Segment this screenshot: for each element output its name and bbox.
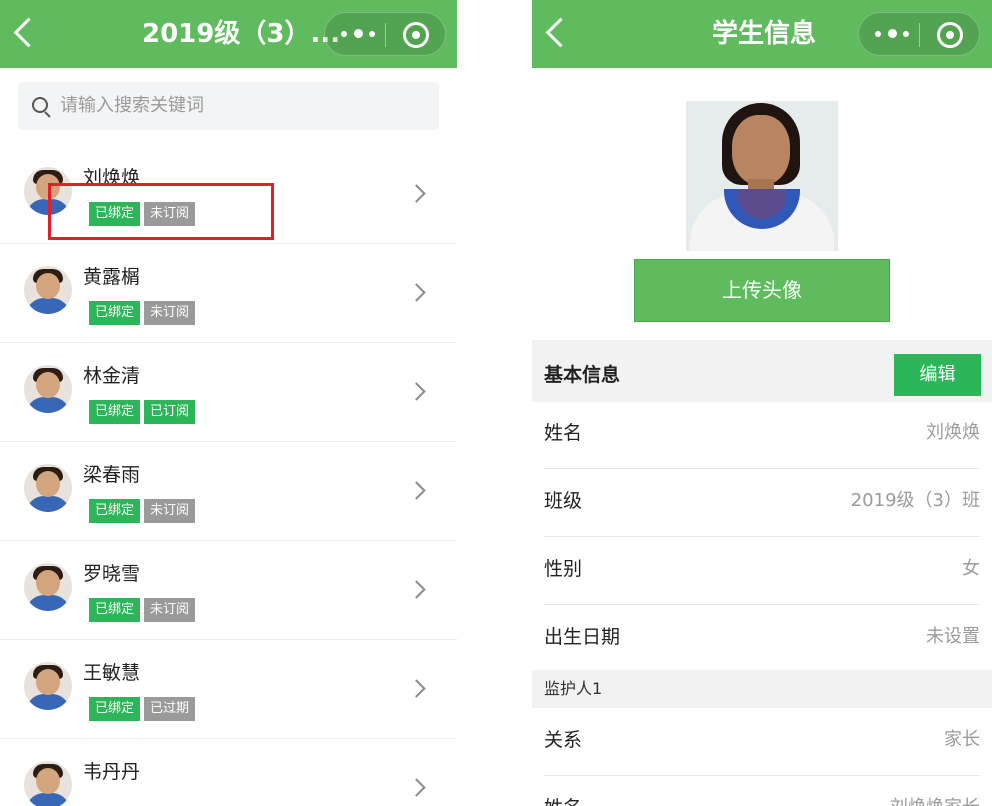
student-name: 梁春雨 [83, 464, 141, 486]
field-label: 关系 [544, 729, 583, 751]
info-field: 姓名 刘焕焕 [544, 400, 980, 469]
status-tags: 已绑定 未订阅 [89, 499, 199, 523]
nav-bar: 2019级（3）... [0, 0, 457, 68]
menu-capsule [324, 12, 446, 56]
status-badge: 已绑定 [89, 400, 141, 424]
avatar [24, 266, 72, 314]
student-row[interactable]: 梁春雨已绑定 未订阅 [0, 442, 457, 541]
student-name: 韦丹丹 [83, 761, 141, 783]
guardian-header: 监护人1 [532, 670, 992, 708]
chevron-right-icon [407, 184, 426, 203]
student-list-screen: 2019级（3）... 请输入搜索关键词 刘焕焕 已绑定 未订阅 黄露榍 已绑定 未订阅林… [0, 0, 457, 806]
avatar [24, 464, 72, 512]
edit-button[interactable]: 编辑 [894, 354, 981, 396]
status-badge: 未订阅 [144, 499, 196, 523]
chevron-right-icon [407, 283, 426, 302]
student-row[interactable]: 王敏慧已绑定 已过期 [0, 640, 457, 739]
avatar [24, 563, 72, 611]
chevron-right-icon [407, 382, 426, 401]
upload-avatar-button[interactable]: 上传头像 [634, 259, 890, 322]
nav-bar: 学生信息 [532, 0, 992, 68]
status-tags: 已绑定 已订阅 [89, 400, 199, 424]
back-icon[interactable] [13, 17, 44, 48]
more-icon[interactable] [875, 26, 913, 42]
close-target-icon[interactable] [937, 22, 963, 48]
status-badge: 已绑定 [89, 301, 141, 325]
chevron-right-icon [407, 679, 426, 698]
field-label: 姓名 [544, 422, 583, 444]
capsule-divider [919, 23, 920, 47]
field-value: 女 [962, 558, 980, 579]
student-row[interactable]: 罗晓雪已绑定 未订阅 [0, 541, 457, 640]
chevron-right-icon [407, 580, 426, 599]
status-badge: 未订阅 [144, 301, 196, 325]
search-placeholder: 请输入搜索关键词 [60, 95, 204, 116]
student-name: 林金清 [83, 365, 141, 387]
field-label: 出生日期 [544, 626, 621, 648]
field-label: 班级 [544, 490, 583, 512]
search-box[interactable]: 请输入搜索关键词 [18, 82, 439, 130]
student-row[interactable]: 韦丹丹 [0, 739, 457, 806]
info-field: 性别 女 [544, 536, 980, 605]
basic-info-header: 基本信息 编辑 [532, 340, 992, 402]
status-badge: 已绑定 [89, 499, 141, 523]
info-field: 出生日期 未设置 [544, 604, 980, 673]
student-row[interactable]: 林金清已绑定 已订阅 [0, 343, 457, 442]
field-value: 刘焕焕 [926, 422, 980, 443]
page-title: 学生信息 [712, 19, 817, 49]
student-info-screen: 学生信息 上传头像 基本信息 编辑 姓名 刘焕焕班级 2019级（3）班性别 女出生日… [532, 0, 992, 806]
chevron-right-icon [407, 778, 426, 797]
field-value: 2019级（3）班 [850, 490, 980, 511]
guardian-title: 监护人1 [544, 679, 603, 698]
more-icon[interactable] [341, 26, 379, 42]
field-label: 姓名 [544, 775, 582, 806]
student-photo [686, 101, 838, 251]
status-badge: 已绑定 [89, 598, 141, 622]
status-tags: 已绑定 已过期 [89, 697, 199, 721]
status-badge: 未订阅 [144, 598, 196, 622]
status-tags: 已绑定 未订阅 [89, 301, 199, 325]
avatar [24, 365, 72, 413]
info-field: 关系 家长 [544, 707, 980, 776]
student-name: 罗晓雪 [83, 563, 141, 585]
field-value: 未设置 [926, 626, 980, 647]
avatar [24, 662, 72, 710]
info-field: 班级 2019级（3）班 [544, 468, 980, 537]
search-icon [32, 97, 48, 113]
field-value: 刘焕焕家长 [890, 775, 980, 806]
menu-capsule [858, 12, 980, 56]
chevron-right-icon [407, 481, 426, 500]
student-name: 黄露榍 [83, 266, 141, 288]
status-badge: 已绑定 [89, 697, 141, 721]
avatar [24, 761, 72, 806]
student-list: 刘焕焕 已绑定 未订阅 黄露榍 已绑定 未订阅 林金清 已绑定 已订阅 梁春雨 已绑定 未订阅 罗晓雪已… [0, 145, 457, 806]
back-icon[interactable] [545, 17, 576, 48]
highlight-box [48, 183, 274, 240]
student-name: 王敏慧 [83, 662, 141, 684]
page-title: 2019级（3）... [142, 19, 341, 49]
student-row[interactable]: 黄露榍已绑定 未订阅 [0, 244, 457, 343]
field-value: 家长 [944, 729, 980, 750]
status-badge: 已过期 [144, 697, 196, 721]
close-target-icon[interactable] [403, 22, 429, 48]
status-badge: 已订阅 [144, 400, 196, 424]
capsule-divider [385, 23, 386, 47]
status-tags: 已绑定 未订阅 [89, 598, 199, 622]
field-label: 性别 [544, 558, 583, 580]
info-field: 姓名 刘焕焕家长 [544, 775, 980, 806]
